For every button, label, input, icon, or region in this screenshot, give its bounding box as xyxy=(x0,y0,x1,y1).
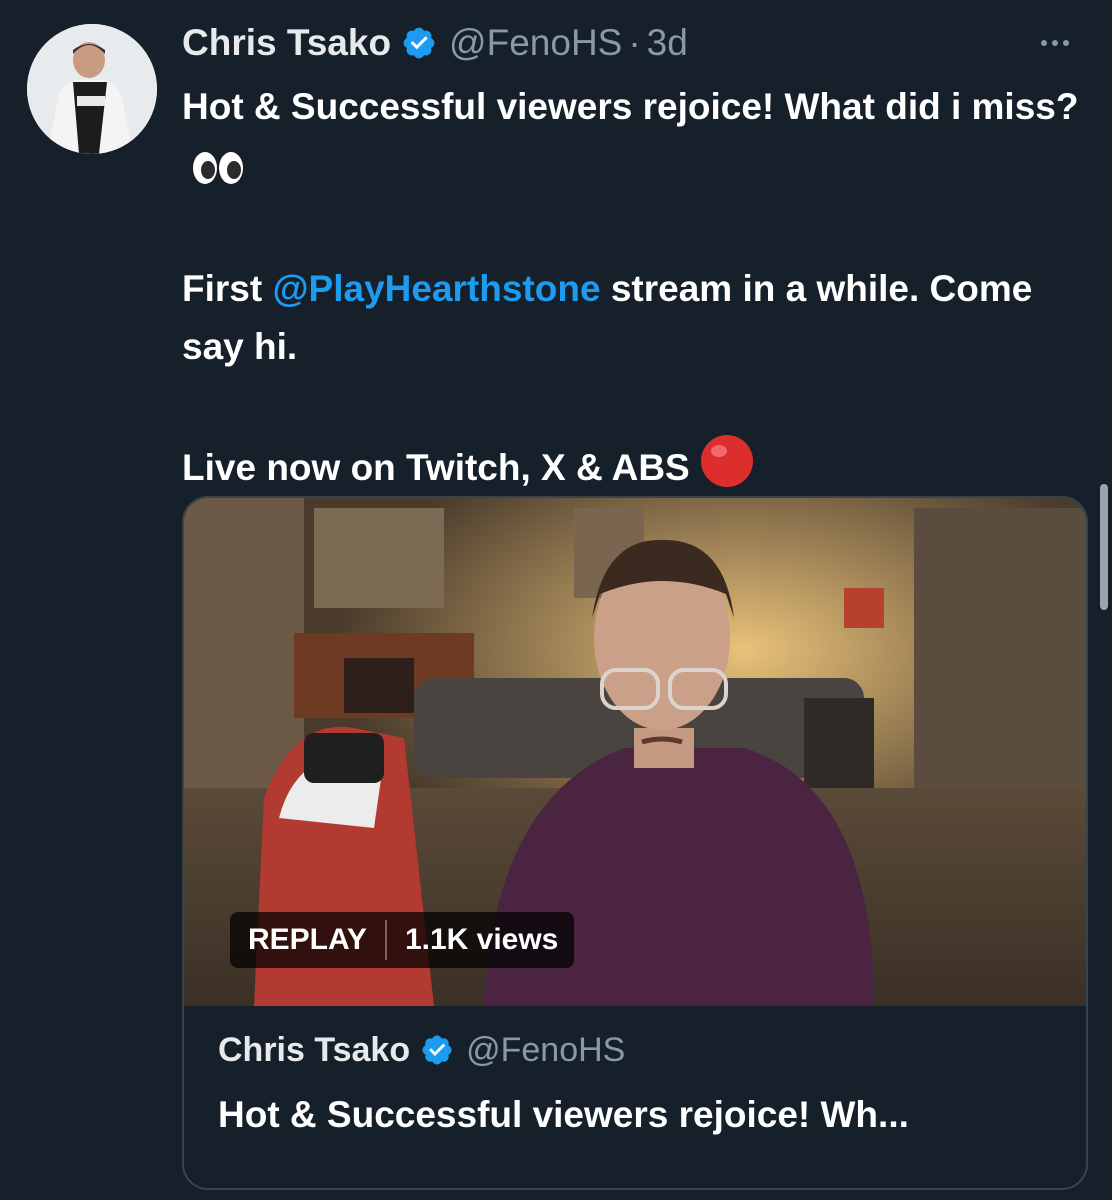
red-circle-emoji-icon xyxy=(700,434,754,505)
tweet-text-line: Live now on Twitch, X & ABS xyxy=(182,447,690,488)
verified-badge-icon xyxy=(403,27,435,59)
replay-label: REPLAY xyxy=(248,923,367,956)
tweet-text-line: Hot & Successful viewers rejoice! What d… xyxy=(182,86,1079,127)
tweet-paragraph-1: Hot & Successful viewers rejoice! What d… xyxy=(182,78,1087,202)
replay-badge: REPLAY 1.1K views xyxy=(230,912,575,968)
eyes-emoji-icon xyxy=(192,144,244,202)
scrollbar[interactable] xyxy=(1100,484,1108,610)
quoted-tweet-text: Hot & Successful viewers rejoice! Wh... xyxy=(218,1094,909,1135)
quoted-tweet[interactable]: Chris Tsako @FenoHS Hot & Successful vie… xyxy=(218,1026,1068,1136)
quoted-media-card[interactable]: REPLAY 1.1K views Chris Tsako @FenoHS Ho… xyxy=(182,496,1088,1190)
views-count: 1.1K views xyxy=(404,923,559,956)
separator-dot: · xyxy=(628,22,641,63)
author-handle[interactable]: @FenoHS xyxy=(449,22,622,64)
tweet-body: Chris Tsako @FenoHS · 3d Hot & Successfu… xyxy=(182,18,1087,505)
tweet-paragraph-3: Live now on Twitch, X & ABS xyxy=(182,434,1087,505)
verified-badge-icon xyxy=(422,1035,452,1065)
more-horizontal-icon xyxy=(1041,40,1069,46)
mention-link[interactable]: @PlayHearthstone xyxy=(272,268,600,309)
stream-video-thumbnail[interactable]: REPLAY 1.1K views xyxy=(184,498,1086,1006)
tweet-text-line: First xyxy=(182,268,273,309)
tweet[interactable]: Chris Tsako @FenoHS · 3d Hot & Successfu… xyxy=(0,0,1112,1200)
author-name[interactable]: Chris Tsako xyxy=(182,22,391,64)
quoted-tweet-header: Chris Tsako @FenoHS xyxy=(218,1026,1068,1074)
more-options-button[interactable] xyxy=(1028,28,1082,58)
avatar[interactable] xyxy=(27,24,157,154)
quoted-author-handle: @FenoHS xyxy=(466,1030,626,1069)
tweet-text: Hot & Successful viewers rejoice! What d… xyxy=(182,78,1087,505)
tweet-header: Chris Tsako @FenoHS · 3d xyxy=(182,18,1087,68)
tweet-paragraph-2: First @PlayHearthstone stream in a while… xyxy=(182,260,1087,376)
quoted-author-name: Chris Tsako xyxy=(218,1030,411,1069)
timestamp[interactable]: 3d xyxy=(647,22,688,64)
